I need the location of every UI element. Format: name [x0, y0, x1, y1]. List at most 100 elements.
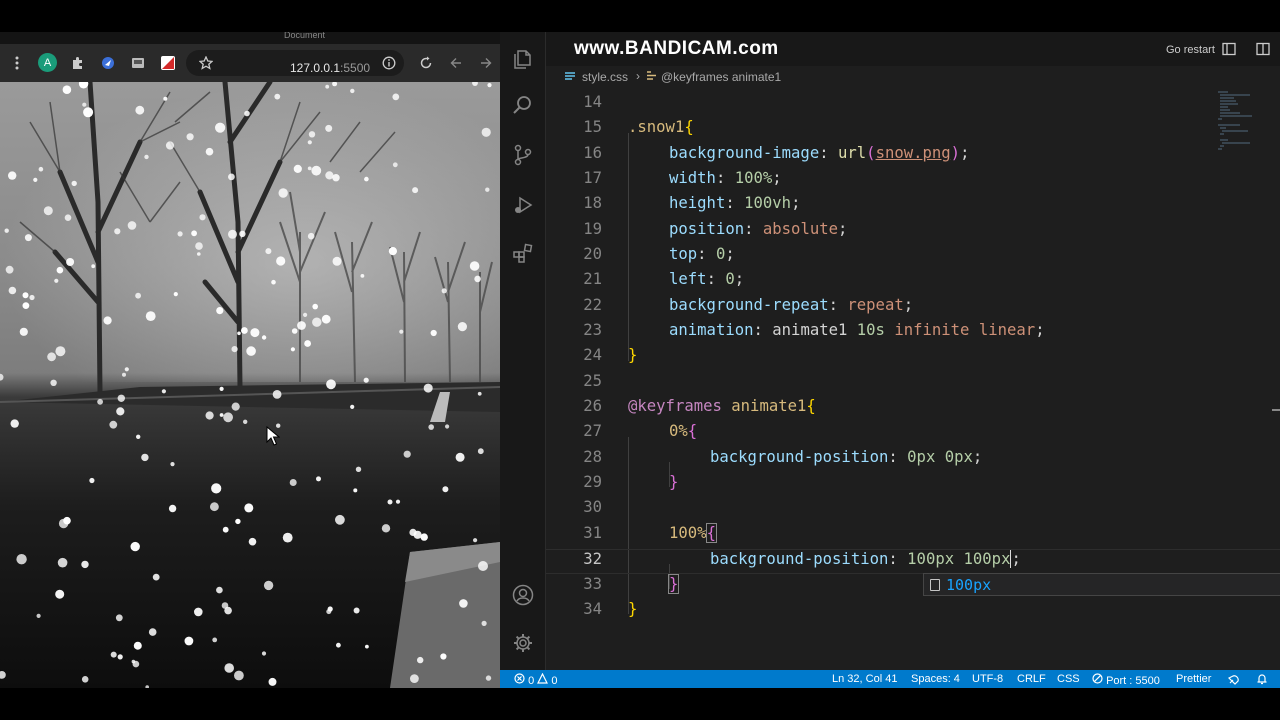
indentation-setting[interactable]: Spaces: 4: [911, 673, 960, 685]
snowflake: [307, 232, 315, 240]
bookmark-star-icon[interactable]: [197, 54, 215, 72]
css-property: background-image: [669, 144, 820, 162]
snowflake: [16, 554, 27, 565]
title-bar: www.BANDICAM.com Go restart: [546, 32, 1280, 66]
snowflake: [29, 294, 35, 301]
snowflake: [64, 214, 72, 221]
snowflake: [271, 279, 276, 285]
extensions-icon[interactable]: [512, 242, 534, 264]
code-line: 18 height: 100vh;: [546, 194, 1280, 219]
snowflake: [455, 452, 465, 462]
reload-icon[interactable]: [417, 54, 435, 72]
feedback-icon[interactable]: [1227, 673, 1240, 688]
account-icon[interactable]: [512, 584, 534, 606]
snowflake: [332, 82, 338, 87]
snowflake: [5, 265, 14, 274]
snowflake: [62, 85, 72, 94]
search-icon[interactable]: [512, 94, 534, 116]
extension-blue-icon[interactable]: [99, 54, 117, 72]
explorer-files-icon[interactable]: [512, 48, 534, 70]
source-control-icon[interactable]: [512, 144, 534, 166]
line-number: 34: [583, 600, 602, 618]
line-number: 32: [583, 550, 602, 568]
line-number: 15: [583, 118, 602, 136]
snowflake: [221, 602, 229, 609]
css-property: position: [669, 220, 745, 238]
snowflake: [364, 176, 369, 182]
prettier-formatter[interactable]: Prettier: [1176, 673, 1211, 685]
page-viewport[interactable]: [0, 82, 500, 688]
run-debug-icon[interactable]: [512, 194, 534, 216]
animation-name: animate1: [772, 321, 848, 339]
settings-gear-icon[interactable]: [512, 632, 534, 654]
snowflake: [417, 656, 424, 664]
snowflake: [325, 171, 334, 180]
scrollbar-marker[interactable]: [1272, 409, 1280, 411]
autocomplete-suggestion[interactable]: 100px: [923, 573, 1280, 596]
snowflake: [38, 166, 44, 172]
snowflake: [282, 532, 293, 543]
snowflake: [195, 242, 203, 250]
css-property: height: [669, 194, 726, 212]
warning-icon: [537, 672, 549, 684]
url-text[interactable]: 127.0.0.1:5500: [290, 61, 370, 75]
line-number: 14: [583, 93, 602, 111]
code-line: 31 100%{: [546, 523, 1280, 549]
error-icon: [514, 673, 525, 684]
go-restart-button[interactable]: Go restart: [1166, 44, 1215, 56]
code-line: 16 background-image: url(snow.png);: [546, 144, 1280, 169]
extension-red-icon[interactable]: [159, 54, 177, 72]
breadcrumb-symbol[interactable]: @keyframes animate1: [661, 70, 781, 84]
snowflake: [388, 247, 397, 256]
code-line: 34}: [546, 600, 1280, 625]
snowflake: [442, 486, 449, 493]
code-line: 17 width: 100%;: [546, 169, 1280, 194]
toggle-sidebar-icon[interactable]: [1222, 42, 1236, 56]
menu-kebab-icon[interactable]: [8, 54, 26, 72]
snowflake: [10, 419, 19, 428]
extension-gray-icon[interactable]: [129, 54, 147, 72]
autocomplete-text[interactable]: 100px: [946, 576, 991, 594]
browser-tab-title[interactable]: Document: [284, 32, 325, 40]
snowflake: [312, 303, 319, 310]
snowflake: [114, 228, 121, 235]
split-editor-icon[interactable]: [1256, 42, 1270, 56]
encoding-setting[interactable]: UTF-8: [972, 673, 1003, 685]
css-value: 100px: [963, 550, 1011, 568]
snowflake: [145, 311, 156, 321]
cursor-position[interactable]: Ln 32, Col 41: [832, 673, 897, 685]
problems-indicator[interactable]: 0 0: [514, 672, 557, 687]
breadcrumb-file[interactable]: style.css: [582, 70, 628, 84]
extensions-puzzle-icon[interactable]: [69, 54, 87, 72]
snowflake: [116, 407, 125, 416]
notifications-bell-icon[interactable]: [1256, 673, 1268, 688]
snowflakes-layer: [0, 82, 492, 688]
snowflake: [261, 335, 267, 340]
snowflake: [481, 620, 487, 627]
keyframes-name: animate1: [731, 397, 807, 415]
profile-avatar[interactable]: A: [38, 53, 57, 72]
snowflake: [445, 424, 450, 429]
code-editor[interactable]: 14 15 .snow1{ 16 background-image: url(sno…: [546, 88, 1280, 670]
line-number: 26: [583, 397, 602, 415]
site-info-icon[interactable]: [380, 54, 398, 72]
minimap[interactable]: [1216, 88, 1262, 158]
snowflake: [355, 466, 362, 472]
snowflake: [474, 275, 481, 283]
css-url-argument[interactable]: snow.png: [876, 144, 951, 162]
language-mode[interactable]: CSS: [1057, 673, 1080, 685]
snowflake: [250, 328, 260, 338]
live-server-port[interactable]: Port : 5500: [1092, 673, 1160, 687]
line-ending-setting[interactable]: CRLF: [1017, 673, 1046, 685]
back-arrow-icon[interactable]: [447, 54, 465, 72]
snowflake: [177, 231, 183, 237]
snowflake: [228, 229, 237, 239]
line-number: 27: [583, 422, 602, 440]
brace: }: [667, 574, 680, 594]
letterbox-bottom: [0, 688, 1280, 720]
forward-arrow-icon[interactable]: [477, 54, 495, 72]
snowflake: [81, 676, 89, 683]
snowflake: [130, 541, 140, 552]
snowflake: [265, 248, 272, 255]
snowflake: [234, 670, 244, 681]
